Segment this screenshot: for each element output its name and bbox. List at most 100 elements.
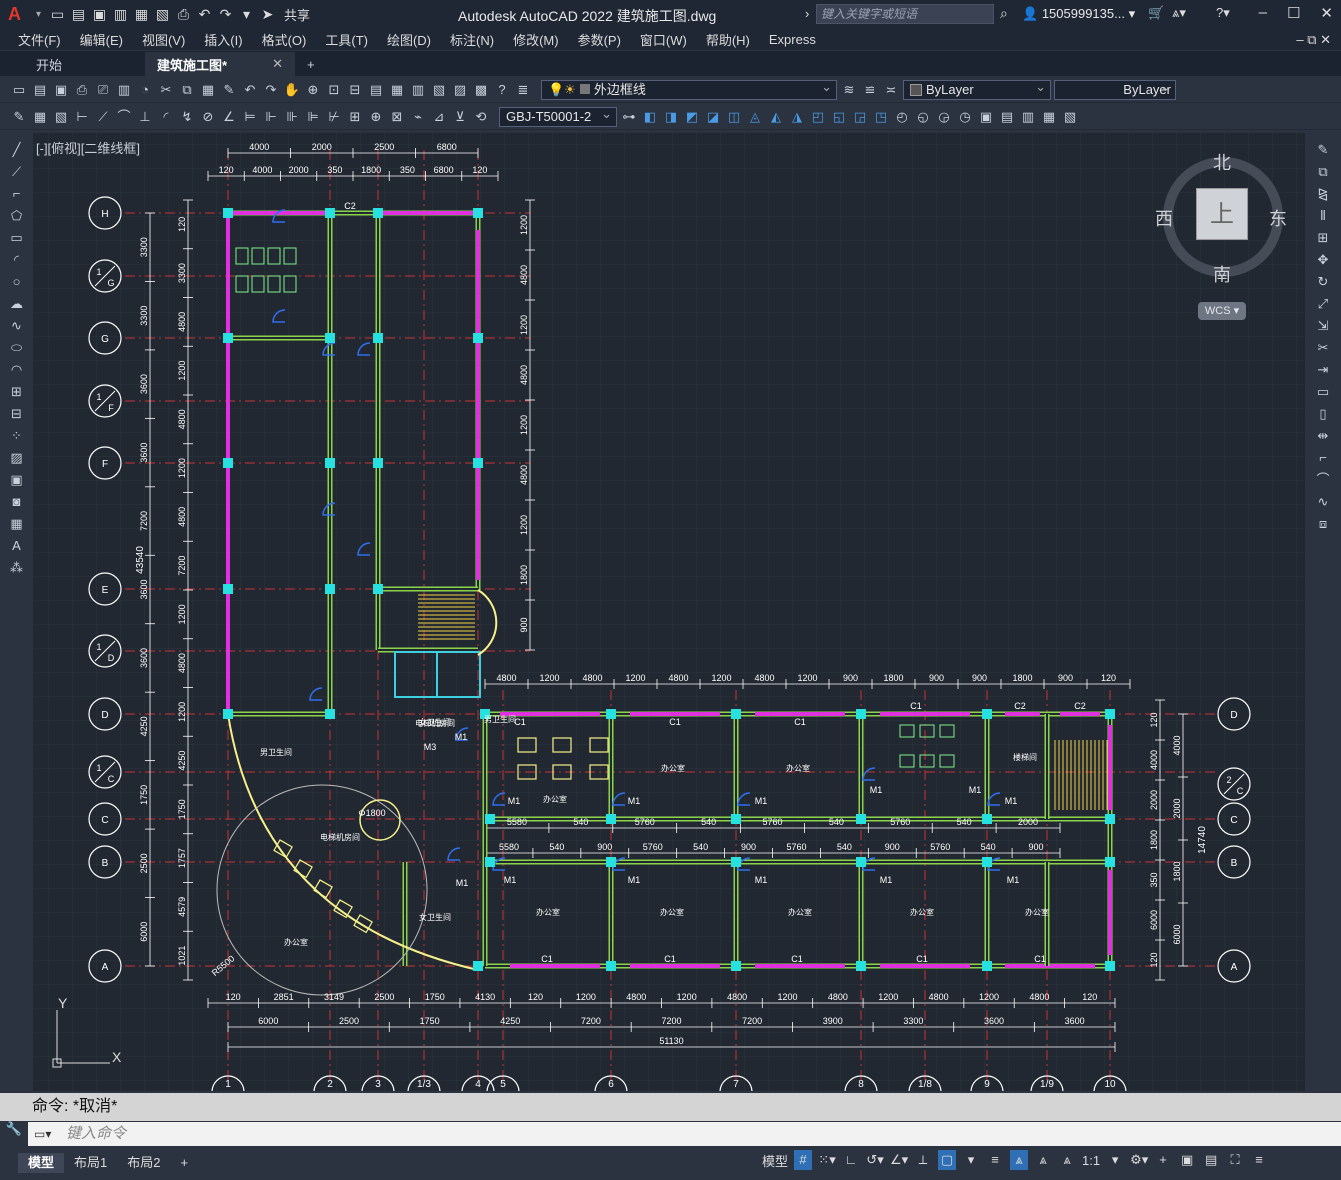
calculator-icon[interactable]: ▩ bbox=[472, 81, 490, 99]
sweep-icon[interactable]: ◬ bbox=[746, 108, 764, 126]
autodesk-app-icon[interactable]: ⩓▾ bbox=[1172, 5, 1186, 21]
menu-edit[interactable]: 编辑(E) bbox=[80, 30, 123, 49]
line-icon[interactable]: ╱ bbox=[8, 141, 26, 159]
arc-icon[interactable]: ◜ bbox=[8, 251, 26, 269]
circle-icon[interactable]: ○ bbox=[8, 273, 26, 291]
menu-dimension[interactable]: 标注(N) bbox=[450, 30, 494, 49]
open-web-icon[interactable]: ▦ bbox=[133, 6, 150, 23]
intersect-icon[interactable]: ◩ bbox=[683, 108, 701, 126]
match-props-icon[interactable]: ✎ bbox=[220, 81, 238, 99]
autoscale-icon[interactable]: ⩓ bbox=[1034, 1150, 1052, 1170]
new-tab-button[interactable]: + bbox=[295, 52, 327, 76]
tab-model[interactable]: 模型 bbox=[18, 1153, 65, 1173]
command-customize-icon[interactable]: 🔧 bbox=[0, 1121, 28, 1137]
check-icon[interactable]: ▧ bbox=[1061, 108, 1079, 126]
zoom-previous-icon[interactable]: ⊟ bbox=[346, 81, 364, 99]
annotation-visibility-icon[interactable]: ⩓ bbox=[1010, 1150, 1029, 1170]
drawing-canvas[interactable]: H 1 G G 1 F F E 1 D D 1 C C B A D 2 C C B A 1 2 3 1/3 4 5 6 7 8 1/8 9 1/9… bbox=[33, 133, 1305, 1091]
extract-edges-icon[interactable]: ◵ bbox=[914, 108, 932, 126]
model-space-button[interactable]: 模型 bbox=[762, 1151, 788, 1170]
dim-text-edit-icon[interactable]: ⊻ bbox=[451, 108, 469, 126]
polar-icon[interactable]: ↺▾ bbox=[866, 1150, 884, 1170]
viewcube-top[interactable]: 上 bbox=[1196, 188, 1248, 240]
blend-icon[interactable]: ∿ bbox=[1314, 493, 1332, 511]
add-selected-icon[interactable]: ⁂ bbox=[8, 559, 26, 577]
tab-start[interactable]: 开始 bbox=[0, 52, 145, 76]
compass-north[interactable]: 北 bbox=[1213, 149, 1231, 175]
offset-icon[interactable]: ⫴ bbox=[1314, 207, 1332, 225]
menu-parametric[interactable]: 参数(P) bbox=[578, 30, 621, 49]
shell-icon[interactable]: ◷ bbox=[956, 108, 974, 126]
cart-icon[interactable]: 🛒 bbox=[1148, 5, 1164, 21]
tolerance-icon[interactable]: ⊞ bbox=[346, 108, 364, 126]
publish-icon[interactable]: ▥ bbox=[115, 81, 133, 99]
dim-edit-icon[interactable]: ⊿ bbox=[430, 108, 448, 126]
lineweight-icon[interactable]: ≡ bbox=[986, 1150, 1004, 1170]
autocad-logo[interactable]: A bbox=[8, 4, 36, 25]
union-icon[interactable]: ◧ bbox=[641, 108, 659, 126]
3d-print-icon[interactable]: ◔ bbox=[136, 81, 154, 99]
menu-view[interactable]: 视图(V) bbox=[142, 30, 185, 49]
dimstyle-dropdown[interactable]: GBJ-T50001-2 bbox=[499, 105, 617, 127]
region-icon[interactable]: ◙ bbox=[8, 493, 26, 511]
rectangle-icon[interactable]: ▭ bbox=[8, 229, 26, 247]
wcs-menu[interactable]: WCS ▾ bbox=[1198, 302, 1246, 320]
jogged-icon[interactable]: ↯ bbox=[178, 108, 196, 126]
scale-chevron-icon[interactable]: ▾ bbox=[1106, 1150, 1124, 1170]
polygon-icon[interactable]: ⬠ bbox=[8, 207, 26, 225]
point-icon[interactable]: ⁘ bbox=[8, 427, 26, 445]
search-chevron-icon[interactable]: › bbox=[805, 6, 809, 21]
move-icon[interactable]: ✥ bbox=[1314, 251, 1332, 269]
add-layout-button[interactable]: + bbox=[170, 1153, 198, 1173]
plus-icon[interactable]: + bbox=[1154, 1150, 1172, 1170]
layer-previous-icon[interactable]: ≌ bbox=[861, 81, 879, 99]
redo-icon[interactable]: ↷ bbox=[217, 6, 234, 23]
menu-help[interactable]: 帮助(H) bbox=[706, 30, 750, 49]
flatshot-icon[interactable]: ▤ bbox=[998, 108, 1016, 126]
command-input[interactable]: 键入命令 bbox=[28, 1122, 1341, 1146]
clean-icon[interactable]: ▦ bbox=[1040, 108, 1058, 126]
undo-icon[interactable]: ↶ bbox=[196, 6, 213, 23]
trim-icon[interactable]: ✂ bbox=[1314, 339, 1332, 357]
layers-icon[interactable]: ▧ bbox=[52, 108, 70, 126]
ortho-icon[interactable]: ∟ bbox=[842, 1150, 860, 1170]
break-at-point-icon[interactable]: ▭ bbox=[1314, 383, 1332, 401]
command-recent-icon[interactable]: ▭▾ bbox=[34, 1127, 51, 1141]
save-as-icon[interactable]: ▥ bbox=[112, 6, 129, 23]
presspull-icon[interactable]: ◮ bbox=[788, 108, 806, 126]
center-mark-icon[interactable]: ⊕ bbox=[367, 108, 385, 126]
share-button[interactable]: 共享 bbox=[284, 5, 310, 24]
chamfer-icon[interactable]: ⌐ bbox=[1314, 449, 1332, 467]
interfere-icon[interactable]: ◴ bbox=[893, 108, 911, 126]
layer-dropdown[interactable]: 💡☀ 外边框线 bbox=[541, 78, 837, 100]
workspace-gear-icon[interactable]: ⚙▾ bbox=[1130, 1150, 1148, 1170]
space-icon[interactable]: ⊫ bbox=[304, 108, 322, 126]
annotation-scale-icon[interactable]: ⩓ bbox=[1058, 1150, 1076, 1170]
tab-layout2[interactable]: 布局2 bbox=[117, 1153, 170, 1173]
inspect-icon[interactable]: ⊠ bbox=[388, 108, 406, 126]
rotate-icon[interactable]: ↻ bbox=[1314, 273, 1332, 291]
continue-icon[interactable]: ⊪ bbox=[283, 108, 301, 126]
extrude-icon[interactable]: ◪ bbox=[704, 108, 722, 126]
open-icon[interactable]: ▤ bbox=[31, 81, 49, 99]
make-block-icon[interactable]: ⊟ bbox=[8, 405, 26, 423]
insert-block-icon[interactable]: ⊞ bbox=[8, 383, 26, 401]
layer-properties-icon[interactable]: ≣ bbox=[514, 81, 532, 99]
menu-draw[interactable]: 绘图(D) bbox=[387, 30, 431, 49]
osnap-tracking-icon[interactable]: ∠▾ bbox=[890, 1150, 908, 1170]
snap-icon[interactable]: ⁙▾ bbox=[818, 1150, 836, 1170]
construction-line-icon[interactable]: ⟋ bbox=[8, 163, 26, 181]
color-dropdown[interactable]: ByLayer bbox=[903, 78, 1051, 100]
tool-palettes-icon[interactable]: ▥ bbox=[409, 81, 427, 99]
doc-window-controls[interactable]: – ⧉ ✕ bbox=[1296, 32, 1331, 48]
subtract-icon[interactable]: ◨ bbox=[662, 108, 680, 126]
scale-dropdown[interactable]: 1:1 bbox=[1082, 1153, 1100, 1168]
user-account[interactable]: 👤 1505999135... ▾ bbox=[1022, 6, 1135, 22]
mtext-icon[interactable]: A bbox=[8, 537, 26, 555]
share-icon[interactable]: ➤ bbox=[259, 6, 276, 23]
fillet-edge-icon[interactable]: ◰ bbox=[809, 108, 827, 126]
join-icon[interactable]: ⇹ bbox=[1314, 427, 1332, 445]
cut-icon[interactable]: ✂ bbox=[157, 81, 175, 99]
menu-file[interactable]: 文件(F) bbox=[18, 30, 61, 49]
angular-icon[interactable]: ∠ bbox=[220, 108, 238, 126]
